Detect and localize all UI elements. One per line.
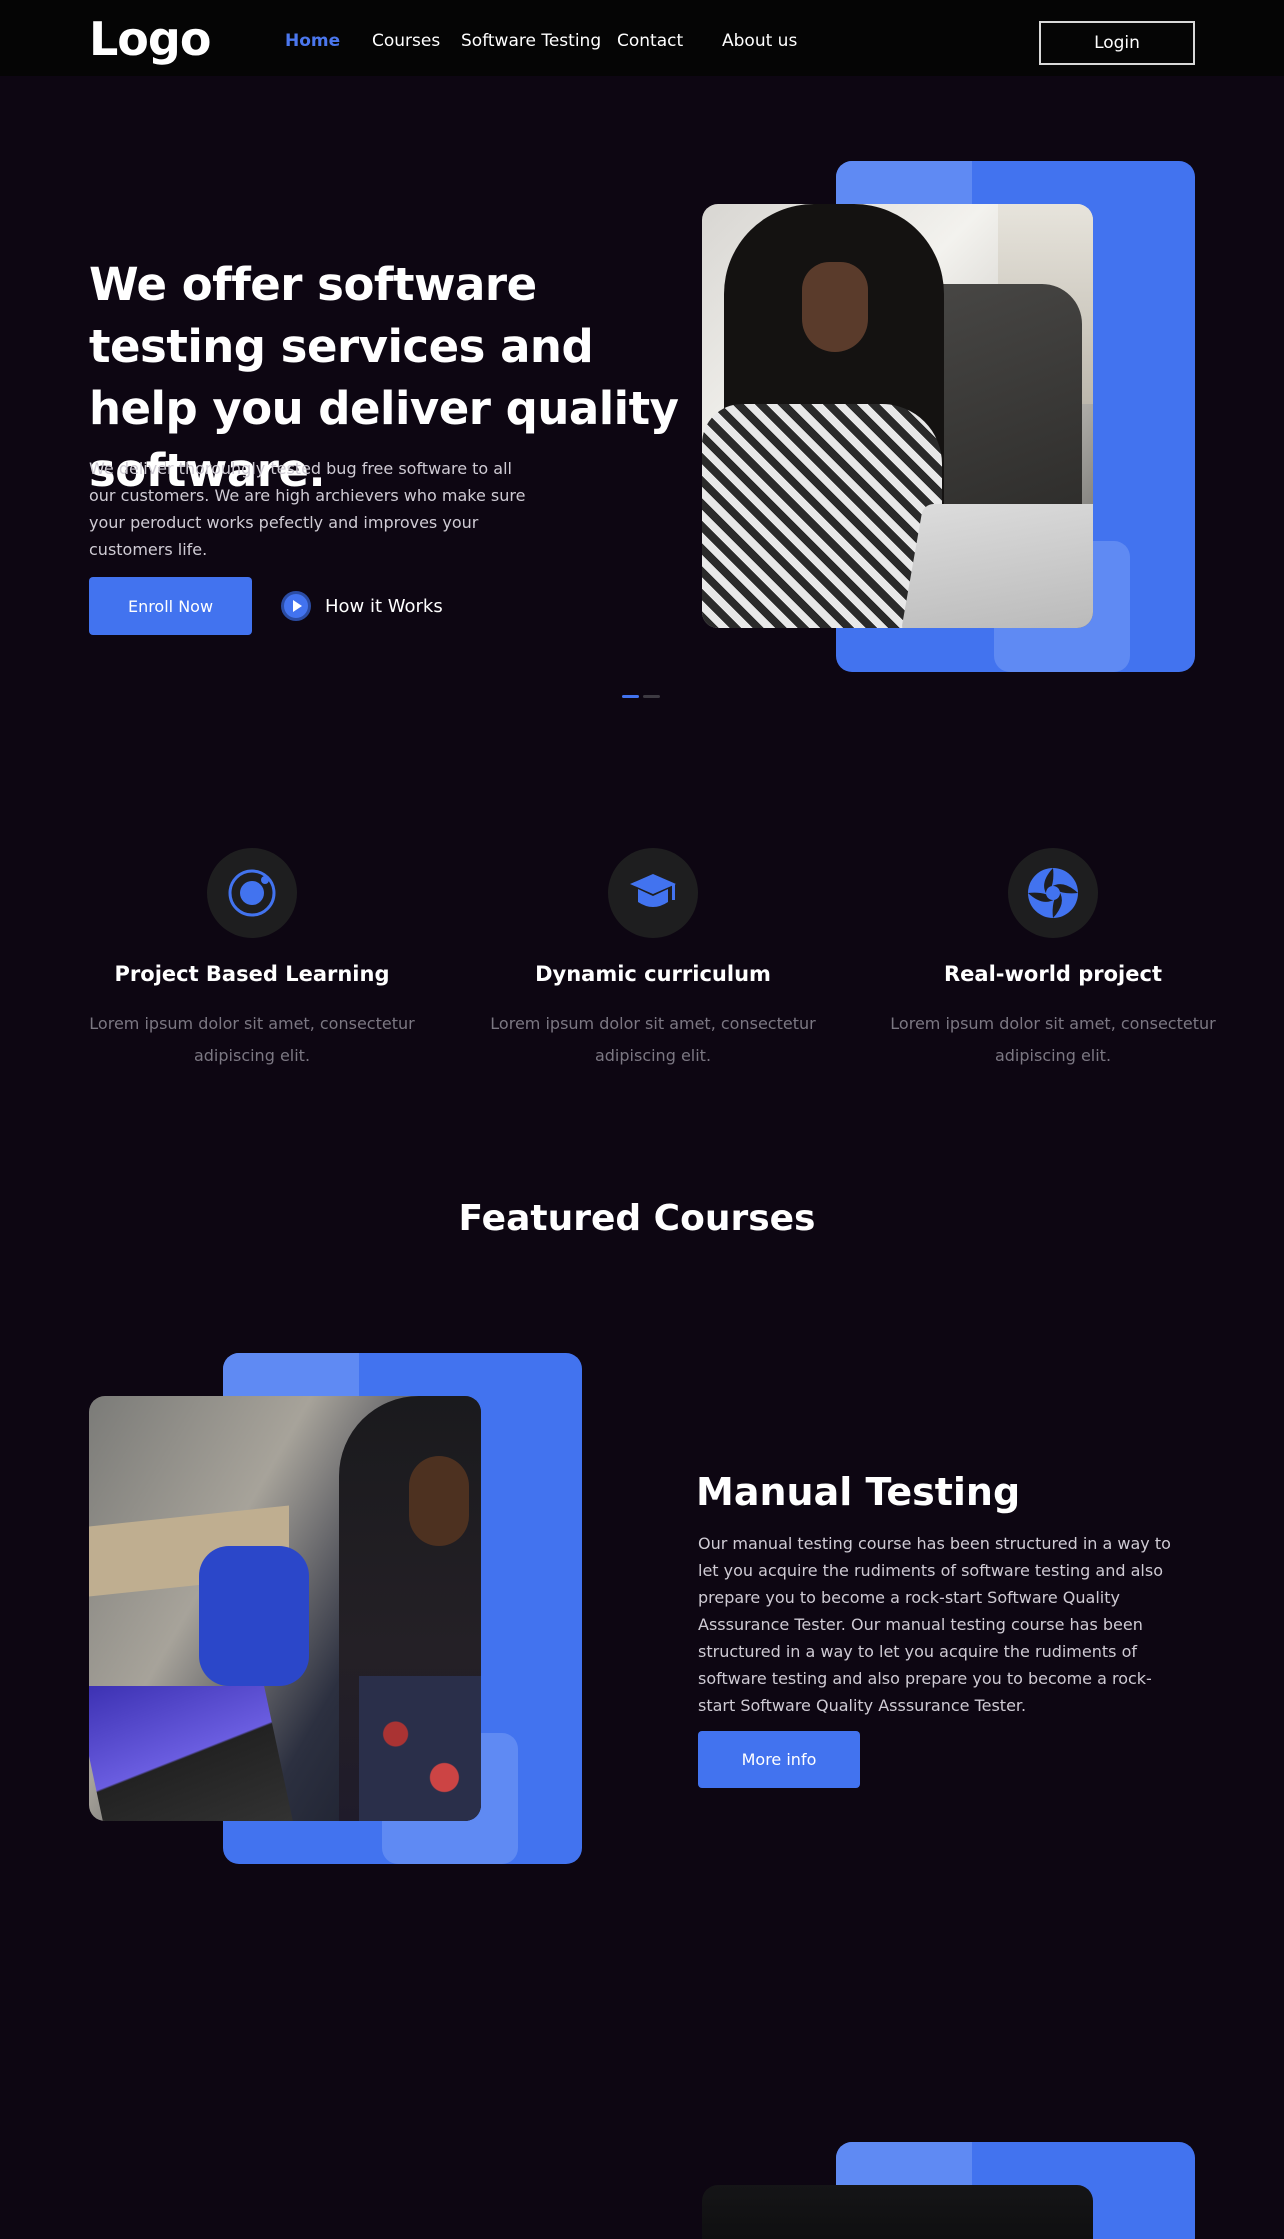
course-photo — [89, 1396, 481, 1821]
navbar: Logo Home Courses Software Testing Conta… — [0, 0, 1284, 76]
graduation-cap-icon — [608, 848, 698, 938]
hero-photo — [702, 204, 1093, 628]
feature-description: Lorem ipsum dolor sit amet, consectetur … — [490, 1014, 816, 1065]
nav-link-home[interactable]: Home — [285, 31, 340, 51]
carousel-dot[interactable] — [643, 695, 660, 698]
course-description: Our manual testing course has been struc… — [698, 1534, 1171, 1715]
logo[interactable]: Logo — [89, 12, 211, 66]
feature-description: Lorem ipsum dolor sit amet, consectetur … — [89, 1014, 415, 1065]
how-it-works-label: How it Works — [325, 595, 443, 617]
feature-title: Project Based Learning — [114, 962, 390, 986]
feature-dynamic-curriculum: Dynamic curriculum Lorem ipsum dolor sit… — [483, 848, 823, 1072]
feature-real-world-project: Real-world project Lorem ipsum dolor sit… — [883, 848, 1223, 1072]
hero-description: We deliver thorouhgly tested bug free so… — [89, 459, 526, 559]
nav-link-courses[interactable]: Courses — [372, 31, 440, 51]
feature-project-based-learning: Project Based Learning Lorem ipsum dolor… — [82, 848, 422, 1072]
nav-link-about-us[interactable]: About us — [722, 31, 797, 51]
carousel-dot[interactable] — [622, 695, 639, 698]
aperture-icon — [1008, 848, 1098, 938]
nav-link-contact[interactable]: Contact — [617, 31, 683, 51]
target-icon — [207, 848, 297, 938]
login-button[interactable]: Login — [1039, 21, 1195, 65]
more-info-button[interactable]: More info — [698, 1731, 860, 1788]
course-title: Manual Testing — [696, 1470, 1021, 1514]
carousel-indicator — [622, 695, 660, 698]
next-course-photo — [702, 2185, 1093, 2239]
feature-description: Lorem ipsum dolor sit amet, consectetur … — [890, 1014, 1216, 1065]
featured-courses-title: Featured Courses — [458, 1198, 816, 1239]
feature-title: Real-world project — [944, 962, 1162, 986]
enroll-now-button[interactable]: Enroll Now — [89, 577, 252, 635]
how-it-works-link[interactable]: How it Works — [281, 589, 443, 623]
feature-title: Dynamic curriculum — [535, 962, 771, 986]
nav-link-software-testing[interactable]: Software Testing — [461, 31, 601, 51]
play-icon — [281, 591, 311, 621]
